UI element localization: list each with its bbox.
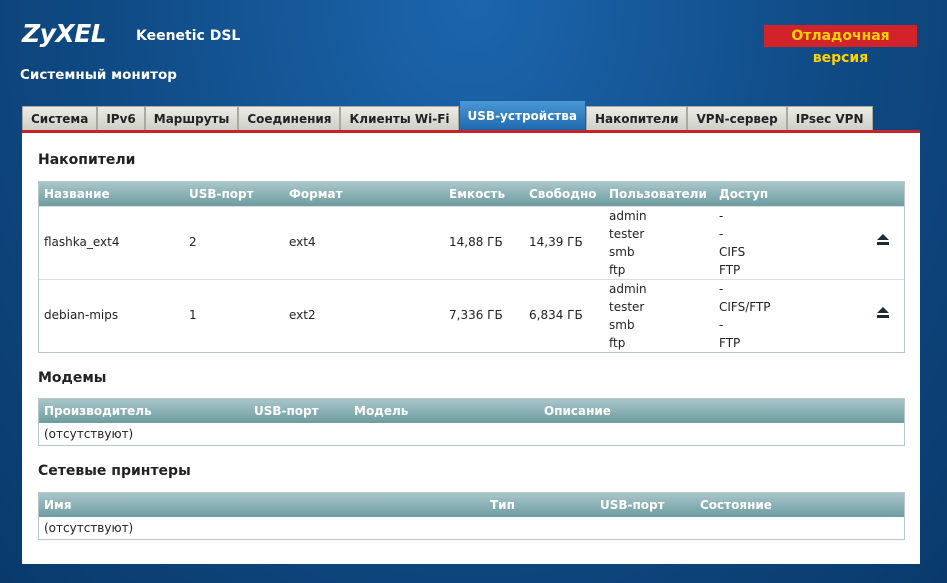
col-type: Тип	[490, 498, 515, 512]
col-usb-port: USB-порт	[254, 404, 319, 418]
tab-routes[interactable]: Маршруты	[144, 106, 239, 130]
user-item: ftp	[609, 263, 626, 277]
col-free: Свободно	[529, 187, 597, 201]
storage-table: Название USB-порт Формат Емкость Свободн…	[38, 181, 905, 353]
table-row: debian-mips 1 ext2 7,336 ГБ 6,834 ГБ adm…	[39, 279, 904, 352]
zyxel-logo: ZyXEL	[22, 19, 107, 48]
storage-users: admin tester smb ftp	[609, 280, 647, 352]
storage-users: admin tester smb ftp	[609, 207, 647, 279]
printers-table-header: Имя Тип USB-порт Состояние	[39, 493, 904, 517]
debug-version-badge: Отладочная версия	[764, 25, 917, 66]
tab-system[interactable]: Система	[22, 106, 98, 130]
modems-empty-row: (отсутствуют)	[44, 427, 134, 441]
eject-icon[interactable]	[876, 307, 890, 321]
storage-port: 2	[189, 235, 197, 249]
tab-vpn-server[interactable]: VPN-сервер	[687, 106, 787, 130]
storage-name: flashka_ext4	[44, 235, 120, 249]
col-format: Формат	[289, 187, 343, 201]
tab-ipv6[interactable]: IPv6	[97, 106, 145, 130]
user-item: tester	[609, 227, 645, 241]
user-item: admin	[609, 209, 647, 223]
table-row: flashka_ext4 2 ext4 14,88 ГБ 14,39 ГБ ad…	[39, 206, 904, 279]
storage-capacity: 7,336 ГБ	[449, 308, 503, 322]
col-access: Доступ	[719, 187, 769, 201]
user-item: smb	[609, 245, 635, 259]
access-item: -	[719, 318, 724, 332]
storage-access: - CIFS/FTP - FTP	[719, 280, 771, 352]
tab-storage[interactable]: Накопители	[585, 106, 688, 130]
col-manufacturer: Производитель	[44, 404, 152, 418]
user-item: smb	[609, 318, 635, 332]
modems-table-header: Производитель USB-порт Модель Описание	[39, 399, 904, 423]
col-usb-port: USB-порт	[189, 187, 254, 201]
printers-section-title: Сетевые принтеры	[38, 463, 191, 479]
storage-section-title: Накопители	[38, 152, 136, 168]
storage-port: 1	[189, 308, 197, 322]
tab-bar: Система IPv6 Маршруты Соединения Клиенты…	[22, 100, 873, 130]
tab-usb-devices[interactable]: USB-устройства	[458, 100, 586, 130]
main-panel: Накопители Название USB-порт Формат Емко…	[22, 130, 920, 564]
access-item: -	[719, 209, 724, 223]
access-item: -	[719, 282, 724, 296]
modems-table: Производитель USB-порт Модель Описание (…	[38, 398, 905, 446]
access-item: FTP	[719, 336, 741, 350]
col-description: Описание	[544, 404, 611, 418]
storage-free: 14,39 ГБ	[529, 235, 583, 249]
storage-free: 6,834 ГБ	[529, 308, 583, 322]
storage-table-header: Название USB-порт Формат Емкость Свободн…	[39, 182, 904, 206]
storage-name: debian-mips	[44, 308, 119, 322]
col-name: Название	[44, 187, 110, 201]
col-usb-port: USB-порт	[600, 498, 665, 512]
access-item: -	[719, 227, 724, 241]
tab-wifi-clients[interactable]: Клиенты Wi-Fi	[340, 106, 459, 130]
printers-table: Имя Тип USB-порт Состояние (отсутствуют)	[38, 492, 905, 540]
tab-connections[interactable]: Соединения	[238, 106, 341, 130]
device-model: Keenetic DSL	[136, 28, 241, 44]
storage-access: - - CIFS FTP	[719, 207, 745, 279]
storage-format: ext2	[289, 308, 316, 322]
col-model: Модель	[354, 404, 409, 418]
col-capacity: Емкость	[449, 187, 506, 201]
access-item: CIFS	[719, 245, 746, 259]
col-users: Пользователи	[609, 187, 707, 201]
eject-icon[interactable]	[876, 234, 890, 248]
page-title: Системный монитор	[20, 67, 177, 83]
storage-format: ext4	[289, 235, 316, 249]
modems-section-title: Модемы	[38, 370, 107, 386]
user-item: admin	[609, 282, 647, 296]
col-state: Состояние	[700, 498, 772, 512]
user-item: ftp	[609, 336, 626, 350]
access-item: FTP	[719, 263, 741, 277]
user-item: tester	[609, 300, 645, 314]
access-item: CIFS/FTP	[719, 300, 771, 314]
printers-empty-row: (отсутствуют)	[44, 521, 134, 535]
storage-capacity: 14,88 ГБ	[449, 235, 503, 249]
col-name: Имя	[44, 498, 72, 512]
tab-ipsec-vpn[interactable]: IPsec VPN	[786, 106, 873, 130]
